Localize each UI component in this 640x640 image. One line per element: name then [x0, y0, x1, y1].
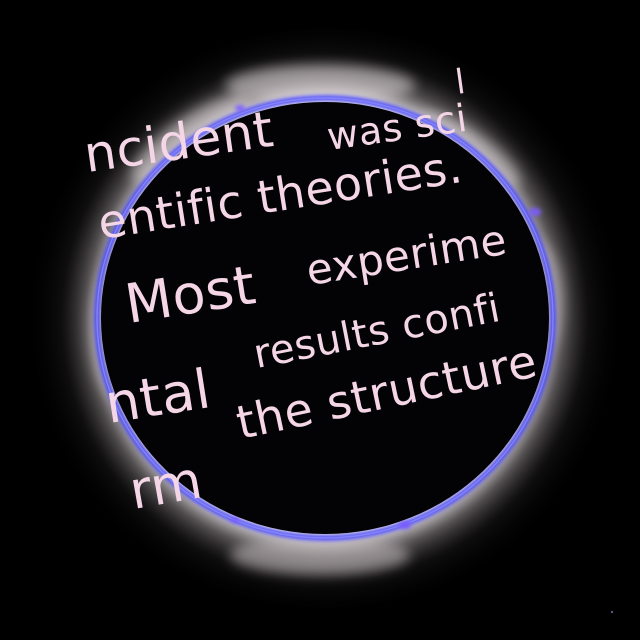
eclipse-photo — [0, 0, 640, 640]
star-dot — [610, 610, 614, 614]
moon-disk — [101, 102, 549, 534]
